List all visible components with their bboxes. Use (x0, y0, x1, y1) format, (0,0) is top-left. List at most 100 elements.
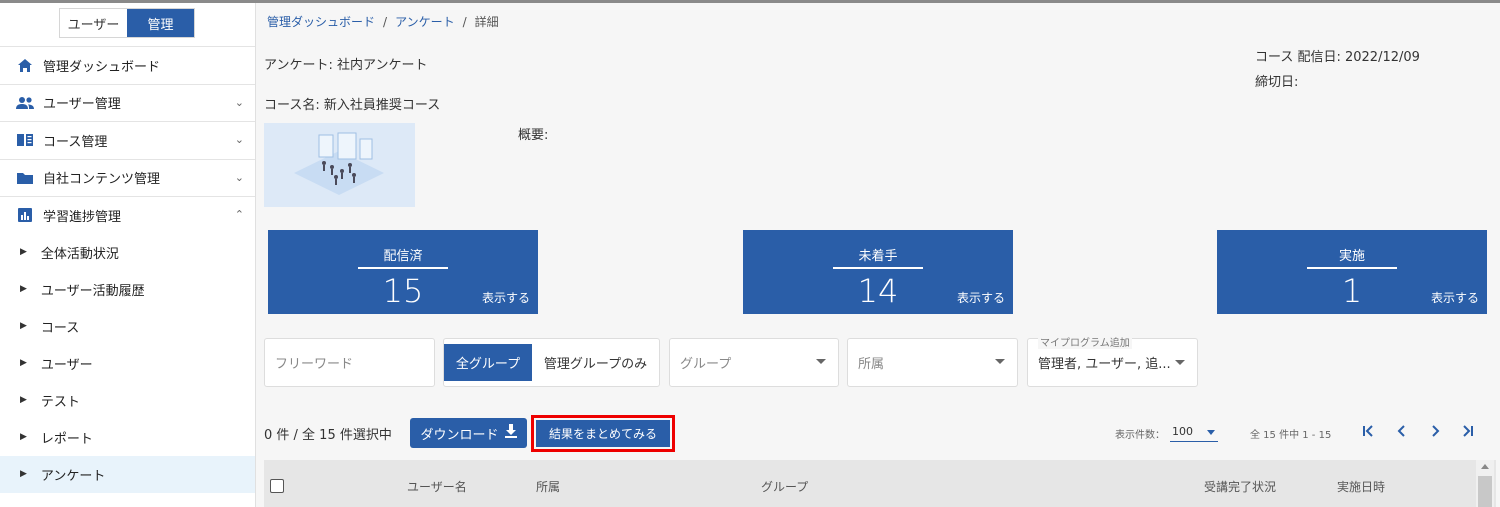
deadline-date: 締切日: (1255, 75, 1299, 90)
column-header-completion[interactable]: 受講完了状況 (1204, 478, 1276, 495)
sidebar: ユーザー 管理 管理ダッシュボード ユーザー管理 ⌄ コース管理 ⌄ 自社コンテ… (0, 3, 256, 507)
sidebar-item-progress[interactable]: 学習進捗管理 ⌃ (0, 196, 255, 234)
dropdown-arrow-icon (816, 359, 826, 364)
course-thumbnail (264, 123, 415, 207)
all-groups-button[interactable]: 全グループ (444, 344, 532, 381)
sub-item-report[interactable]: ▶ レポート (0, 419, 255, 456)
mode-toggle: ユーザー 管理 (59, 8, 195, 38)
card-divider (1307, 267, 1397, 269)
per-page-value: 100 (1172, 425, 1193, 438)
breadcrumb-dashboard-link[interactable]: 管理ダッシュボード (267, 15, 375, 29)
home-icon (15, 57, 35, 73)
dropdown-arrow-icon (1207, 430, 1215, 435)
sub-item-user[interactable]: ▶ ユーザー (0, 345, 255, 382)
per-page-label: 表示件数： (1115, 430, 1165, 441)
column-header-group[interactable]: グループ (761, 478, 808, 495)
caret-right-icon: ▶ (20, 358, 27, 368)
first-page-icon[interactable] (1360, 423, 1376, 443)
group-select-label: グループ (680, 357, 732, 372)
card-title: 実施 (1338, 249, 1365, 264)
sub-item-label: テスト (40, 394, 80, 410)
folder-icon (15, 170, 35, 186)
sidebar-item-dashboard[interactable]: 管理ダッシュボード (0, 46, 255, 84)
table-header: ユーザー名 所属 グループ 受講完了状況 実施日時 (264, 460, 1496, 507)
my-program-value: 管理者, ユーザー, 追... (1038, 357, 1171, 372)
card-not-started: 未着手 14 表示する (743, 230, 1013, 314)
chevron-down-icon: ⌄ (234, 95, 244, 109)
card-show-link[interactable]: 表示する (482, 289, 530, 306)
caret-right-icon: ▶ (20, 284, 27, 294)
column-header-user-name[interactable]: ユーザー名 (407, 478, 467, 495)
caret-right-icon: ▶ (20, 321, 27, 331)
sub-item-label: ユーザー活動履歴 (40, 283, 145, 299)
sub-item-test[interactable]: ▶ テスト (0, 382, 255, 419)
column-header-affiliation[interactable]: 所属 (536, 478, 560, 495)
selection-count: 0 件 / 全 15 件選択中 (264, 428, 392, 443)
sub-item-label: 全体活動状況 (40, 246, 119, 262)
sidebar-item-own-content[interactable]: 自社コンテンツ管理 ⌄ (0, 158, 255, 197)
sub-item-survey[interactable]: ▶ アンケート (0, 455, 255, 493)
scrollbar-thumb[interactable] (1478, 476, 1492, 507)
last-page-icon[interactable] (1460, 423, 1476, 443)
card-title: 未着手 (858, 249, 898, 264)
sidebar-item-label: 管理ダッシュボード (43, 59, 161, 75)
sidebar-nav: 管理ダッシュボード ユーザー管理 ⌄ コース管理 ⌄ 自社コンテンツ管理 ⌄ 学… (0, 46, 255, 493)
sub-item-course[interactable]: ▶ コース (0, 308, 255, 345)
summarize-results-button[interactable]: 結果をまとめてみる (536, 420, 670, 447)
download-icon (504, 424, 517, 442)
course-name: コース名: 新入社員推奨コース (264, 98, 441, 113)
freeword-input[interactable]: フリーワード (264, 338, 435, 387)
card-divider (358, 267, 448, 269)
column-header-date[interactable]: 実施日時 (1337, 478, 1385, 495)
survey-name: アンケート: 社内アンケート (264, 58, 428, 73)
card-title: 配信済 (383, 249, 423, 264)
per-page-select[interactable]: 100 (1170, 422, 1218, 442)
sidebar-item-label: コース管理 (43, 134, 108, 150)
dropdown-arrow-icon (1175, 360, 1185, 365)
user-mode-button[interactable]: ユーザー (60, 9, 127, 37)
download-button[interactable]: ダウンロード (410, 418, 527, 448)
table-scrollbar[interactable] (1476, 460, 1494, 507)
download-button-label: ダウンロード (420, 427, 499, 443)
scroll-up-icon[interactable] (1481, 464, 1489, 469)
caret-right-icon: ▶ (20, 395, 27, 405)
breadcrumb-current: 詳細 (474, 15, 499, 29)
sub-item-label: アンケート (40, 468, 106, 484)
sub-item-overall-activity[interactable]: ▶ 全体活動状況 (0, 234, 255, 271)
sidebar-item-user-management[interactable]: ユーザー管理 ⌄ (0, 83, 255, 122)
chevron-up-icon: ⌃ (234, 208, 244, 221)
sidebar-item-label: ユーザー管理 (43, 97, 121, 113)
sidebar-item-course-management[interactable]: コース管理 ⌄ (0, 121, 255, 159)
breadcrumb: 管理ダッシュボード / アンケート / 詳細 (267, 13, 499, 30)
card-show-link[interactable]: 表示する (957, 289, 1005, 306)
chevron-down-icon: ⌄ (234, 133, 244, 146)
chevron-down-icon: ⌄ (234, 170, 244, 184)
sub-item-label: ユーザー (40, 357, 93, 373)
overview-label: 概要: (518, 128, 549, 143)
managed-groups-button[interactable]: 管理グループのみ (532, 339, 659, 386)
caret-right-icon: ▶ (20, 432, 27, 442)
sub-item-label: コース (40, 320, 80, 336)
result-range: 全 15 件中 1 - 15 (1250, 430, 1332, 441)
main-content: 管理ダッシュボード / アンケート / 詳細 アンケート: 社内アンケート コース名: … (257, 3, 1500, 507)
dropdown-arrow-icon (995, 359, 1005, 364)
people-icon (15, 95, 35, 111)
bar-chart-icon (15, 207, 35, 223)
breadcrumb-separator: / (462, 15, 467, 29)
caret-right-icon: ▶ (20, 469, 27, 479)
book-icon (15, 132, 35, 148)
card-show-link[interactable]: 表示する (1431, 289, 1479, 306)
breadcrumb-survey-link[interactable]: アンケート (395, 15, 455, 29)
sub-item-user-history[interactable]: ▶ ユーザー活動履歴 (0, 271, 255, 308)
admin-mode-button[interactable]: 管理 (127, 9, 194, 37)
select-all-checkbox[interactable] (270, 479, 284, 493)
card-completed: 実施 1 表示する (1217, 230, 1487, 314)
caret-right-icon: ▶ (20, 247, 27, 257)
my-program-label: マイプログラム追加 (1038, 334, 1132, 349)
affiliation-select[interactable]: 所属 (847, 338, 1018, 387)
prev-page-icon[interactable] (1394, 423, 1410, 443)
delivery-date: コース 配信日: 2022/12/09 (1255, 50, 1420, 65)
group-scope-toggle: 全グループ 管理グループのみ (443, 338, 660, 387)
group-select[interactable]: グループ (669, 338, 839, 387)
next-page-icon[interactable] (1427, 423, 1443, 443)
